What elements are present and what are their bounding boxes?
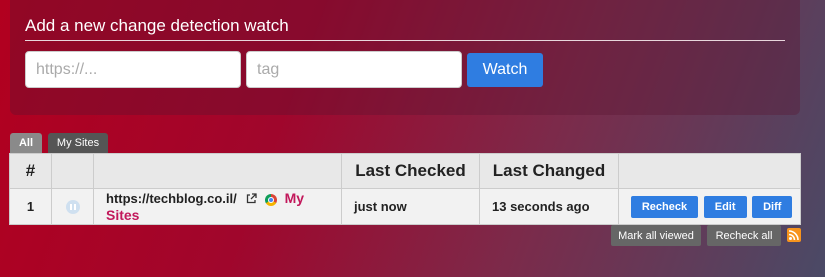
url-cell: https://techblog.co.il/ My Sites: [93, 188, 342, 225]
mark-all-viewed-button[interactable]: Mark all viewed: [611, 225, 701, 246]
recheck-all-button[interactable]: Recheck all: [707, 225, 781, 246]
row-index: 1: [9, 188, 52, 225]
tab-my-sites[interactable]: My Sites: [48, 133, 108, 153]
header-url: [93, 153, 342, 189]
header-last-checked: Last Checked: [341, 153, 480, 189]
recheck-button[interactable]: Recheck: [631, 195, 698, 218]
table-header-row: # Last Checked Last Changed: [9, 153, 801, 189]
pause-icon[interactable]: [65, 200, 80, 215]
chrome-icon: [264, 193, 277, 206]
rss-icon[interactable]: [787, 228, 801, 242]
last-checked-cell: just now: [341, 188, 480, 225]
pause-cell: [51, 188, 94, 225]
header-actions: [618, 153, 801, 189]
header-pause: [51, 153, 94, 189]
watch-table: # Last Checked Last Changed 1 https://te…: [9, 153, 801, 225]
tab-all[interactable]: All: [10, 133, 42, 153]
add-watch-title: Add a new change detection watch: [25, 16, 289, 35]
header-index: #: [9, 153, 52, 189]
url-input[interactable]: [25, 51, 241, 88]
watch-url[interactable]: https://techblog.co.il/: [106, 191, 237, 206]
table-row: 1 https://techblog.co.il/ My Sites just …: [9, 188, 801, 225]
watch-button[interactable]: Watch: [467, 53, 543, 87]
diff-button[interactable]: Diff: [752, 195, 793, 218]
tag-input[interactable]: [246, 51, 462, 88]
edit-button[interactable]: Edit: [703, 195, 747, 218]
external-link-icon[interactable]: [246, 192, 257, 207]
divider: [25, 40, 785, 41]
actions-cell: Recheck Edit Diff: [618, 188, 801, 225]
last-changed-cell: 13 seconds ago: [479, 188, 619, 225]
header-last-changed: Last Changed: [479, 153, 619, 189]
